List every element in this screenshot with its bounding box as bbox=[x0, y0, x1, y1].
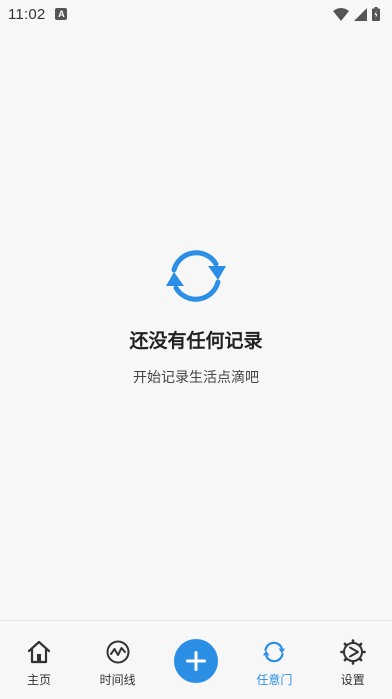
nav-add[interactable] bbox=[157, 621, 235, 683]
timeline-icon bbox=[106, 640, 130, 664]
nav-settings[interactable]: 设置 bbox=[314, 621, 392, 688]
status-time: 11:02 bbox=[8, 5, 46, 23]
add-icon bbox=[185, 651, 206, 671]
nav-portal[interactable]: 任意门 bbox=[235, 621, 313, 688]
sync-icon bbox=[166, 250, 226, 302]
battery-icon bbox=[372, 7, 380, 21]
home-icon bbox=[28, 640, 51, 664]
nav-label-home: 主页 bbox=[27, 673, 52, 687]
bottom-nav: 主页 时间线 任意门 设置 bbox=[0, 620, 392, 699]
empty-subtitle: 开始记录生活点滴吧 bbox=[133, 370, 259, 386]
sync-icon bbox=[263, 641, 286, 663]
nav-label-timeline: 时间线 bbox=[99, 673, 136, 687]
nav-home[interactable]: 主页 bbox=[0, 621, 78, 688]
empty-title: 还没有任何记录 bbox=[129, 330, 263, 352]
nav-label-settings: 设置 bbox=[340, 673, 365, 687]
signal-icon bbox=[354, 7, 367, 21]
nav-timeline[interactable]: 时间线 bbox=[79, 621, 157, 688]
empty-state: 还没有任何记录 开始记录生活点滴吧 bbox=[0, 240, 392, 387]
status-right bbox=[333, 7, 380, 21]
status-left: 11:02 A bbox=[8, 5, 68, 23]
nav-label-portal: 任意门 bbox=[256, 673, 293, 687]
status-bar: 11:02 A bbox=[0, 0, 392, 28]
notification-icon: A bbox=[55, 8, 68, 20]
settings-icon bbox=[339, 639, 366, 665]
wifi-icon bbox=[333, 7, 349, 21]
add-button[interactable] bbox=[173, 639, 218, 683]
